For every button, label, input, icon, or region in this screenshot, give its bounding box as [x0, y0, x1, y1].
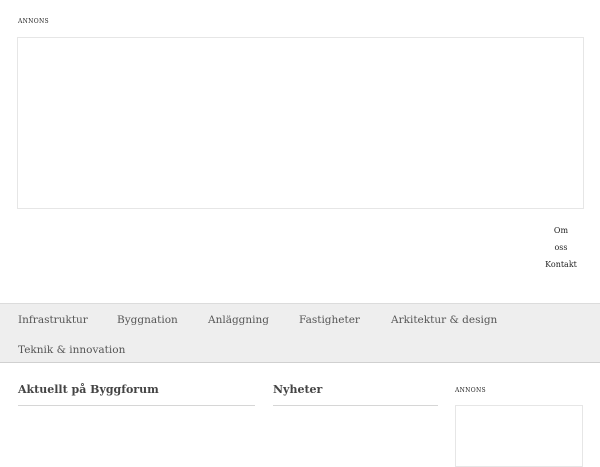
link-kontakt[interactable]: Kontakt — [540, 256, 582, 273]
nyheter-title: Nyheter — [273, 383, 323, 396]
top-ad-label: ANNONS — [18, 18, 49, 25]
category-nav: Infrastruktur Byggnation Anläggning Fast… — [0, 303, 600, 363]
side-ad-label: ANNONS — [455, 387, 486, 394]
nav-item-infrastruktur[interactable]: Infrastruktur — [18, 314, 88, 326]
top-links: Om oss Kontakt — [540, 222, 582, 273]
nav-item-anlaggning[interactable]: Anläggning — [208, 314, 269, 326]
nav-item-arkitektur-design[interactable]: Arkitektur & design — [391, 314, 497, 326]
link-om[interactable]: Om — [540, 222, 582, 239]
nav-item-fastigheter[interactable]: Fastigheter — [299, 314, 360, 326]
link-oss[interactable]: oss — [540, 239, 582, 256]
nav-item-teknik-innovation[interactable]: Teknik & innovation — [18, 344, 125, 356]
nyheter-divider — [273, 405, 438, 406]
aktuellt-title: Aktuellt på Byggforum — [18, 383, 159, 396]
nav-item-byggnation[interactable]: Byggnation — [117, 314, 178, 326]
aktuellt-divider — [18, 405, 255, 406]
top-ad-banner[interactable] — [17, 37, 584, 209]
side-ad-banner[interactable] — [455, 405, 583, 467]
